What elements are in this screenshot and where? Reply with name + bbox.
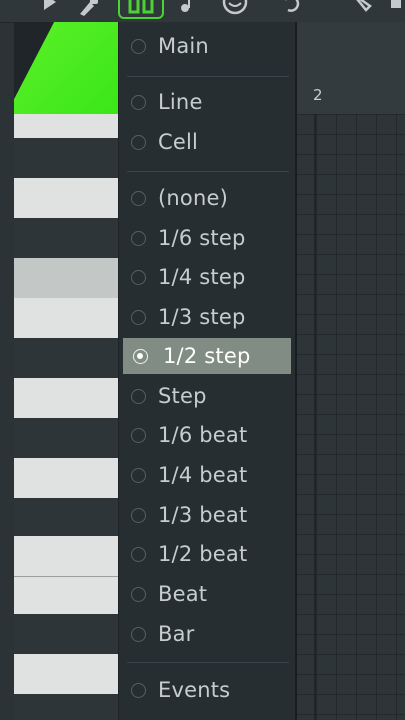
radio-icon [131, 428, 146, 443]
radio-icon [131, 191, 146, 206]
white-key[interactable] [14, 258, 118, 298]
white-key[interactable] [14, 298, 118, 338]
black-key[interactable] [14, 338, 118, 378]
menu-item-line[interactable]: Line [119, 84, 295, 120]
piano-keys [14, 22, 118, 720]
bar-number: 2 [313, 86, 323, 104]
menu-separator [127, 76, 289, 77]
tool-icon[interactable] [388, 0, 405, 18]
radio-icon [131, 39, 146, 54]
menu-separator [127, 171, 289, 172]
radio-icon [131, 231, 146, 246]
draw-tool-icon[interactable] [76, 0, 102, 18]
white-key[interactable] [14, 378, 118, 418]
radio-icon [131, 547, 146, 562]
black-key[interactable] [14, 218, 118, 258]
menu-item-1-4-beat[interactable]: 1/4 beat [119, 457, 295, 493]
menu-item-1-3-step[interactable]: 1/3 step [119, 299, 295, 335]
menu-item-beat[interactable]: Beat [119, 576, 295, 612]
radio-selected-icon [133, 349, 148, 364]
radio-icon [131, 135, 146, 150]
menu-item-main[interactable]: Main [119, 28, 295, 64]
snap-menu: Main Line Cell (none) 1/6 step 1/4 step … [118, 22, 297, 720]
menu-item-step[interactable]: Step [119, 378, 295, 414]
radio-icon [131, 508, 146, 523]
radio-icon [131, 587, 146, 602]
radio-icon [131, 270, 146, 285]
menu-item-bar[interactable]: Bar [119, 616, 295, 652]
black-key[interactable] [14, 418, 118, 458]
white-key[interactable] [14, 654, 118, 694]
menu-item-1-2-step[interactable]: 1/2 step [119, 336, 295, 374]
bar-divider [314, 114, 316, 720]
undo-icon[interactable] [278, 0, 304, 18]
white-key[interactable] [14, 576, 118, 615]
white-key[interactable] [14, 178, 118, 218]
toolbar [0, 0, 405, 23]
white-key[interactable] [14, 114, 118, 138]
note-grid[interactable] [296, 114, 405, 720]
black-key[interactable] [14, 138, 118, 178]
white-key[interactable] [14, 536, 118, 576]
radio-icon [131, 389, 146, 404]
smiley-icon[interactable] [222, 0, 248, 18]
radio-icon [131, 95, 146, 110]
play-arrow-icon[interactable] [40, 0, 66, 18]
note-icon[interactable] [176, 0, 202, 18]
black-key[interactable] [14, 614, 118, 654]
menu-item-1-6-step[interactable]: 1/6 step [119, 220, 295, 256]
menu-item-events[interactable]: Events [119, 672, 295, 708]
radio-icon [131, 683, 146, 698]
radio-icon [131, 310, 146, 325]
magnet-snap-icon[interactable] [116, 0, 166, 20]
menu-item-none[interactable]: (none) [119, 180, 295, 216]
menu-item-1-3-beat[interactable]: 1/3 beat [119, 497, 295, 533]
menu-item-cell[interactable]: Cell [119, 124, 295, 160]
white-key[interactable] [14, 458, 118, 498]
menu-item-1-4-step[interactable]: 1/4 step [119, 259, 295, 295]
radio-icon [131, 468, 146, 483]
black-key[interactable] [14, 498, 118, 536]
menu-item-1-2-beat[interactable]: 1/2 beat [119, 536, 295, 572]
pencil-icon[interactable] [350, 0, 376, 18]
menu-separator [127, 662, 289, 663]
menu-item-1-6-beat[interactable]: 1/6 beat [119, 417, 295, 453]
black-key[interactable] [14, 694, 118, 720]
radio-icon [131, 627, 146, 642]
